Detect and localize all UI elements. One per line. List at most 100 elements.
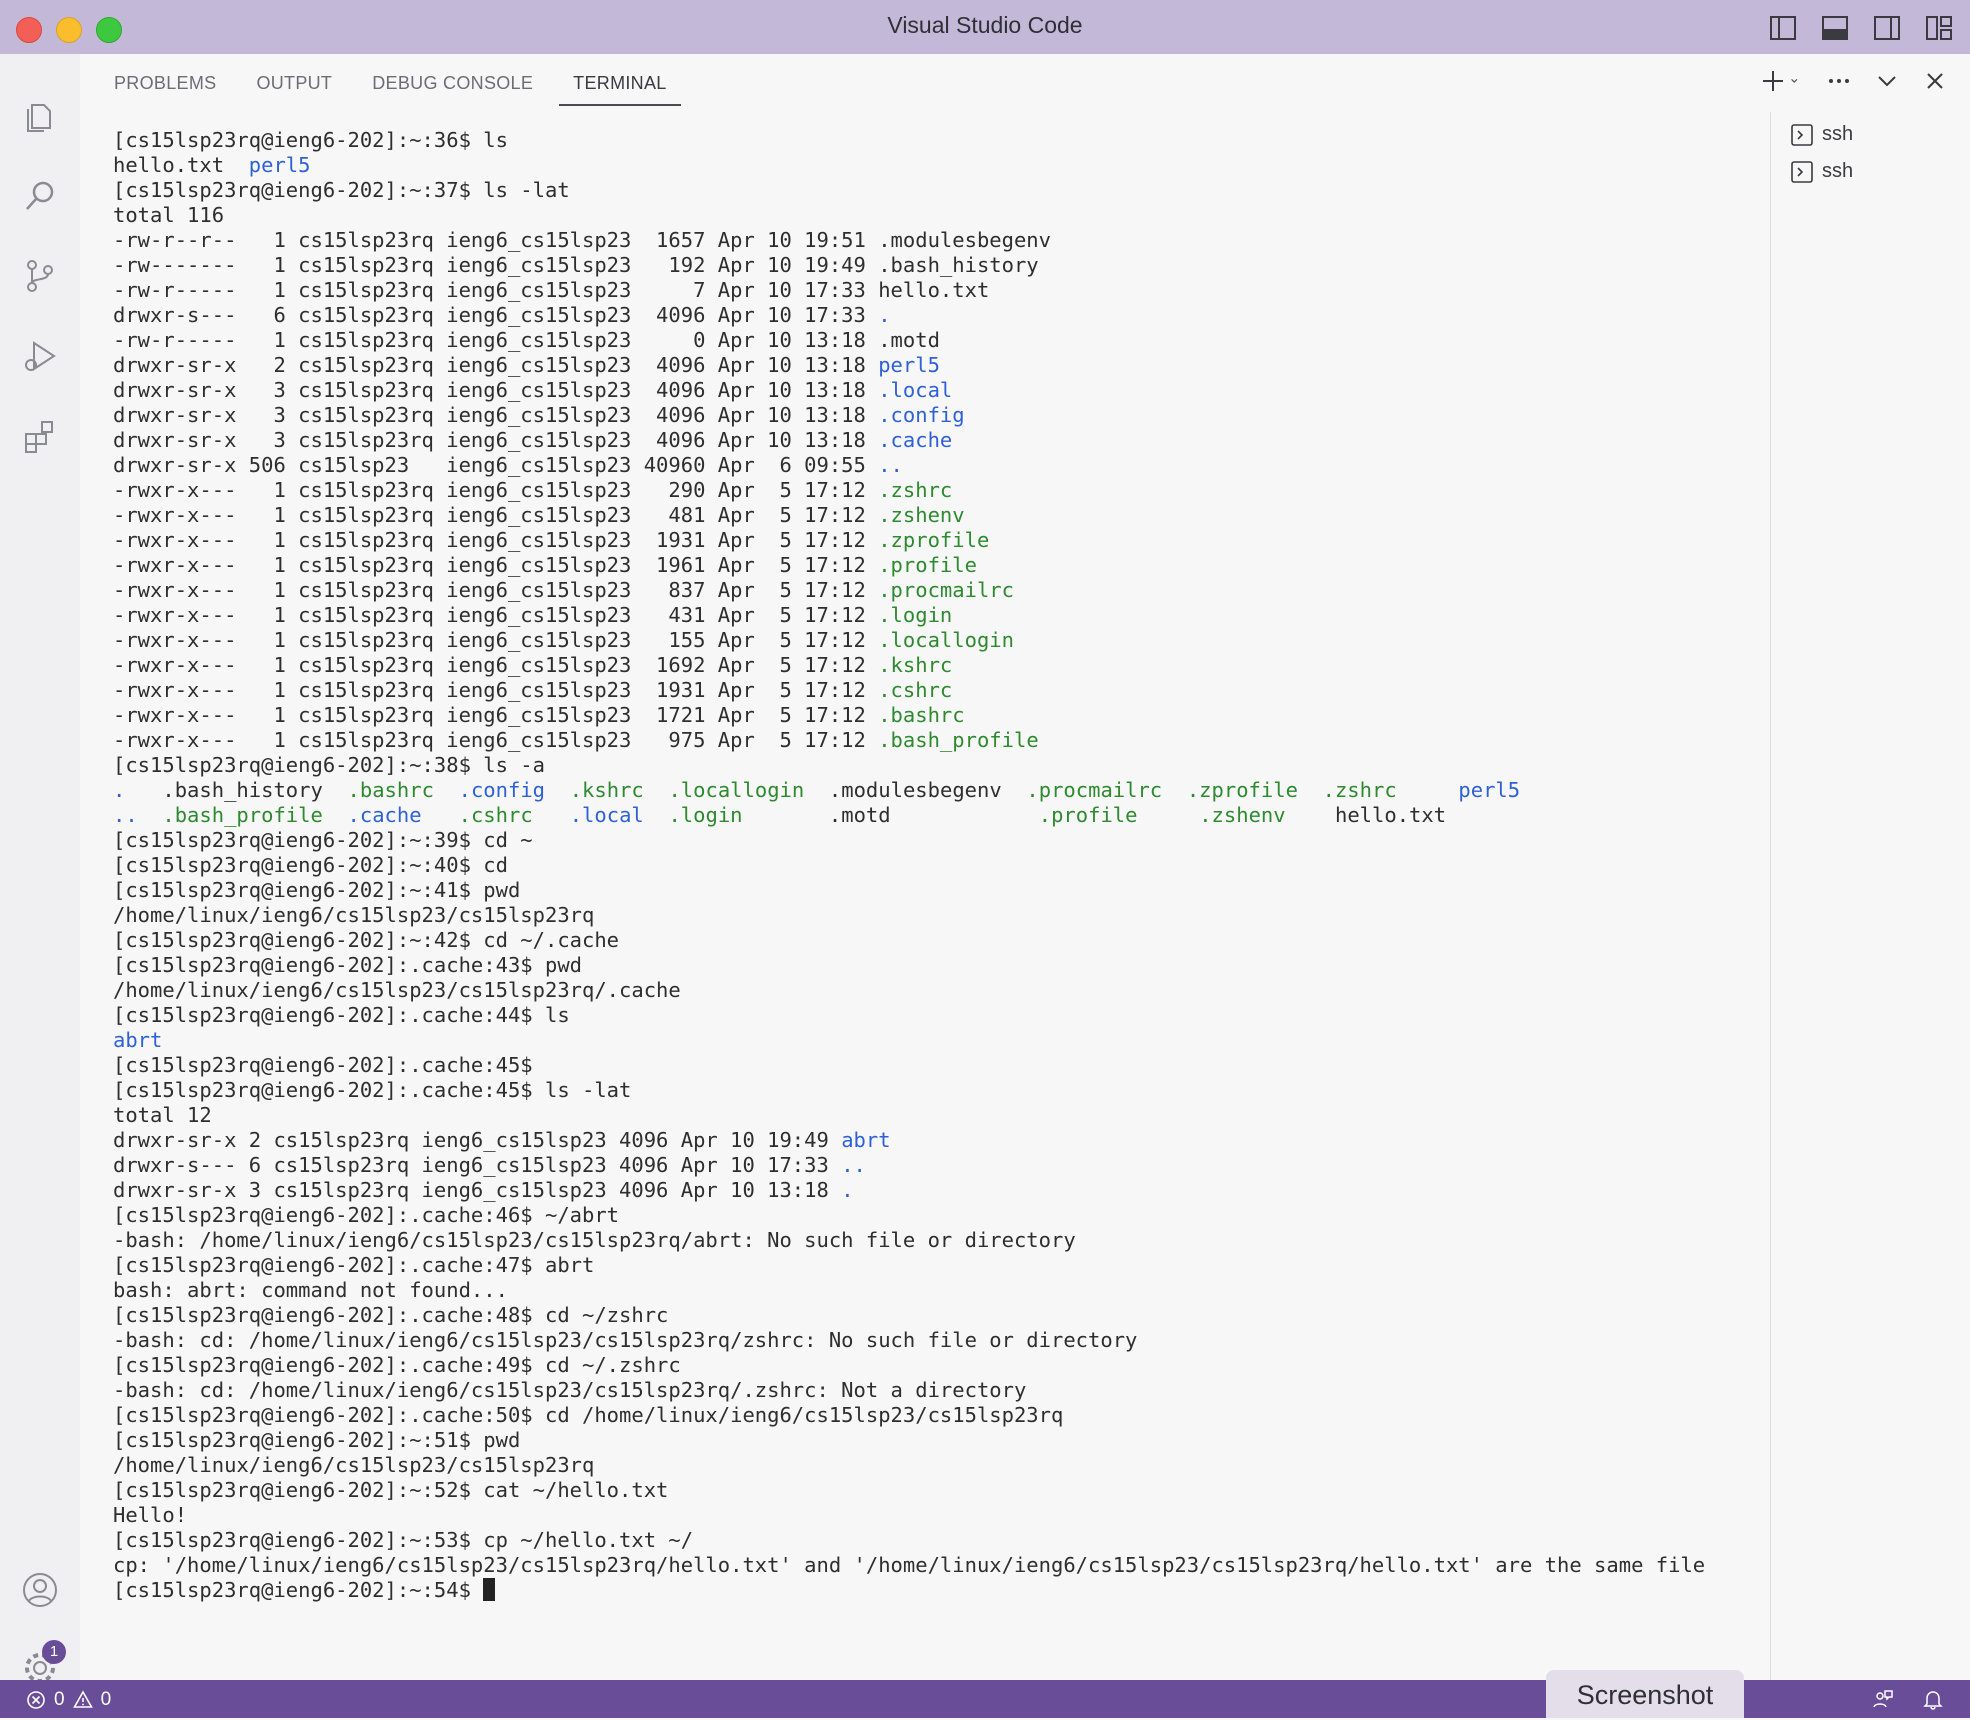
tab-terminal[interactable]: TERMINAL: [559, 68, 681, 106]
terminal-text: .login: [878, 603, 953, 627]
terminal-line: -rwxr-x--- 1 cs15lsp23rq ieng6_cs15lsp23…: [113, 478, 1705, 503]
terminal-text: .motd: [742, 803, 1039, 827]
terminal-text: -rwxr-x--- 1 cs15lsp23rq ieng6_cs15lsp23…: [113, 478, 879, 502]
terminal-line: -bash: cd: /home/linux/ieng6/cs15lsp23/c…: [113, 1328, 1705, 1353]
terminal-text: .profile: [878, 553, 977, 577]
toggle-panel-icon[interactable]: [1820, 13, 1850, 43]
problems-status[interactable]: 0 0: [26, 1689, 111, 1711]
terminal-line: -bash: cd: /home/linux/ieng6/cs15lsp23/c…: [113, 1378, 1705, 1403]
panel-actions: [1758, 66, 1950, 96]
chevron-down-icon[interactable]: [1790, 66, 1806, 96]
terminal-line: [cs15lsp23rq@ieng6-202]:.cache:50$ cd /h…: [113, 1403, 1705, 1428]
terminal-list-label: ssh: [1822, 123, 1854, 145]
terminal-text: [cs15lsp23rq@ieng6-202]:~:38$ ls -a: [113, 753, 545, 777]
terminal-text: [cs15lsp23rq@ieng6-202]:.cache:47$ abrt: [113, 1253, 595, 1277]
terminal-text: -rwxr-x--- 1 cs15lsp23rq ieng6_cs15lsp23…: [113, 703, 879, 727]
terminal-list-item[interactable]: ssh: [1790, 153, 1853, 190]
bell-icon[interactable]: [1922, 1688, 1944, 1710]
terminal-text: drwxr-s--- 6 cs15lsp23rq ieng6_cs15lsp23…: [113, 1153, 842, 1177]
terminal-text: /home/linux/ieng6/cs15lsp23/cs15lsp23rq: [113, 903, 595, 927]
terminal-list-item[interactable]: ssh: [1790, 116, 1853, 153]
terminal-text: .cache: [878, 428, 953, 452]
terminal-text: [cs15lsp23rq@ieng6-202]:~:52$ cat ~/hell…: [113, 1478, 669, 1502]
terminal-text: total 116: [113, 203, 225, 227]
tab-output[interactable]: OUTPUT: [242, 68, 346, 104]
close-panel-icon[interactable]: [1920, 66, 1950, 96]
terminal-line: -rwxr-x--- 1 cs15lsp23rq ieng6_cs15lsp23…: [113, 703, 1705, 728]
search-icon[interactable]: [0, 164, 80, 228]
terminal-text: -bash: cd: /home/linux/ieng6/cs15lsp23/c…: [113, 1378, 1027, 1402]
source-control-icon[interactable]: [0, 244, 80, 308]
terminal-line: -rwxr-x--- 1 cs15lsp23rq ieng6_cs15lsp23…: [113, 603, 1705, 628]
terminal-text: drwxr-sr-x 2 cs15lsp23rq ieng6_cs15lsp23…: [113, 353, 879, 377]
terminal-text: ..: [878, 453, 903, 477]
terminal-text: drwxr-sr-x 3 cs15lsp23rq ieng6_cs15lsp23…: [113, 428, 879, 452]
terminal-text: [cs15lsp23rq@ieng6-202]:~:54$: [113, 1578, 484, 1602]
terminal-text: -rwxr-x--- 1 cs15lsp23rq ieng6_cs15lsp23…: [113, 528, 879, 552]
terminal-line: abrt: [113, 1028, 1705, 1053]
toggle-primary-sidebar-icon[interactable]: [1768, 13, 1798, 43]
terminal-text: [cs15lsp23rq@ieng6-202]:~:40$ cd: [113, 853, 508, 877]
terminal-line: [cs15lsp23rq@ieng6-202]:~:54$: [113, 1578, 1705, 1603]
status-right: [1872, 1688, 1944, 1710]
customize-layout-icon[interactable]: [1924, 13, 1954, 43]
terminal-text: .: [878, 303, 891, 327]
terminal-line: drwxr-sr-x 3 cs15lsp23rq ieng6_cs15lsp23…: [113, 1178, 1705, 1203]
toggle-secondary-sidebar-icon[interactable]: [1872, 13, 1902, 43]
feedback-icon[interactable]: [1872, 1688, 1894, 1710]
terminal-line: drwxr-sr-x 3 cs15lsp23rq ieng6_cs15lsp23…: [113, 378, 1705, 403]
terminal-line: total 12: [113, 1103, 1705, 1128]
terminal-line: [cs15lsp23rq@ieng6-202]:~:41$ pwd: [113, 878, 1705, 903]
account-icon[interactable]: [0, 1558, 80, 1622]
terminal-text: [cs15lsp23rq@ieng6-202]:.cache:46$ ~/abr…: [113, 1203, 620, 1227]
terminal-text: -rwxr-x--- 1 cs15lsp23rq ieng6_cs15lsp23…: [113, 578, 879, 602]
maximize-panel-icon[interactable]: [1872, 66, 1902, 96]
terminal-text: [cs15lsp23rq@ieng6-202]:~:42$ cd ~/.cach…: [113, 928, 620, 952]
terminal-line: -rwxr-x--- 1 cs15lsp23rq ieng6_cs15lsp23…: [113, 728, 1705, 753]
terminal-text: .: [113, 778, 126, 802]
terminal-text: -bash: cd: /home/linux/ieng6/cs15lsp23/c…: [113, 1328, 1138, 1352]
terminal-output[interactable]: [cs15lsp23rq@ieng6-202]:~:36$ ls hello.tx…: [113, 128, 1705, 1603]
terminal-text: [cs15lsp23rq@ieng6-202]:.cache:44$ ls: [113, 1003, 570, 1027]
tab-problems[interactable]: PROBLEMS: [100, 68, 230, 104]
error-icon: [27, 1691, 45, 1709]
terminal-text: [cs15lsp23rq@ieng6-202]:~:36$ ls: [113, 128, 508, 152]
terminal-text: [cs15lsp23rq@ieng6-202]:~:41$ pwd: [113, 878, 521, 902]
new-terminal-icon[interactable]: [1758, 66, 1788, 96]
terminal-text: -rw-r--r-- 1 cs15lsp23rq ieng6_cs15lsp23…: [113, 228, 1051, 252]
terminal-text: -rwxr-x--- 1 cs15lsp23rq ieng6_cs15lsp23…: [113, 728, 879, 752]
terminal-text: [cs15lsp23rq@ieng6-202]:.cache:50$ cd /h…: [113, 1403, 1064, 1427]
warning-icon: [72, 1690, 93, 1708]
terminal-text: -bash: /home/linux/ieng6/cs15lsp23/cs15l…: [113, 1228, 1076, 1252]
explorer-icon[interactable]: [0, 84, 80, 148]
tab-debug-console[interactable]: DEBUG CONSOLE: [358, 68, 547, 104]
terminal-text: -rwxr-x--- 1 cs15lsp23rq ieng6_cs15lsp23…: [113, 653, 879, 677]
terminal-line: /home/linux/ieng6/cs15lsp23/cs15lsp23rq: [113, 1453, 1705, 1478]
extensions-icon[interactable]: [0, 404, 80, 468]
terminal-text: ..: [841, 1153, 866, 1177]
terminal-line: -bash: /home/linux/ieng6/cs15lsp23/cs15l…: [113, 1228, 1705, 1253]
terminal-text: -rw-r----- 1 cs15lsp23rq ieng6_cs15lsp23…: [113, 328, 940, 352]
terminal-text: -rwxr-x--- 1 cs15lsp23rq ieng6_cs15lsp23…: [113, 628, 879, 652]
terminal-line: bash: abrt: command not found...: [113, 1278, 1705, 1303]
terminal-line: [cs15lsp23rq@ieng6-202]:.cache:45$: [113, 1053, 1705, 1078]
terminal-text: .modulesbegenv: [804, 778, 1027, 802]
terminal-line: -rw-r--r-- 1 cs15lsp23rq ieng6_cs15lsp23…: [113, 228, 1705, 253]
terminal-line: [cs15lsp23rq@ieng6-202]:~:36$ ls: [113, 128, 1705, 153]
run-debug-icon[interactable]: [0, 324, 80, 388]
terminal-text: .bash_profile: [878, 728, 1039, 752]
terminal-text: -rwxr-x--- 1 cs15lsp23rq ieng6_cs15lsp23…: [113, 503, 879, 527]
terminal-text: .local: [878, 378, 953, 402]
terminal-line: drwxr-sr-x 2 cs15lsp23rq ieng6_cs15lsp23…: [113, 1128, 1705, 1153]
more-actions-icon[interactable]: [1824, 66, 1854, 96]
terminal-line: -rwxr-x--- 1 cs15lsp23rq ieng6_cs15lsp23…: [113, 678, 1705, 703]
terminal-list-divider: [1770, 112, 1771, 1680]
